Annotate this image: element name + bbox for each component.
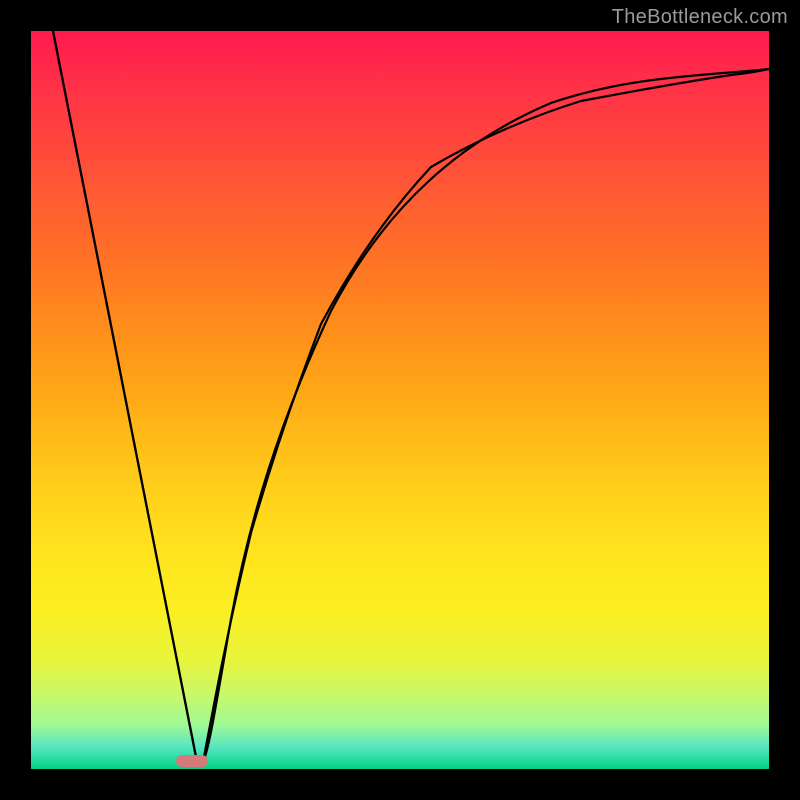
curve-left — [53, 31, 197, 762]
plot-curve-svg — [31, 31, 769, 769]
curve-path — [53, 31, 769, 762]
bottleneck-marker — [176, 755, 208, 767]
watermark-text: TheBottleneck.com — [612, 6, 788, 29]
curve-right — [203, 69, 769, 762]
chart-container: { "watermark": "TheBottleneck.com", "col… — [0, 0, 800, 800]
